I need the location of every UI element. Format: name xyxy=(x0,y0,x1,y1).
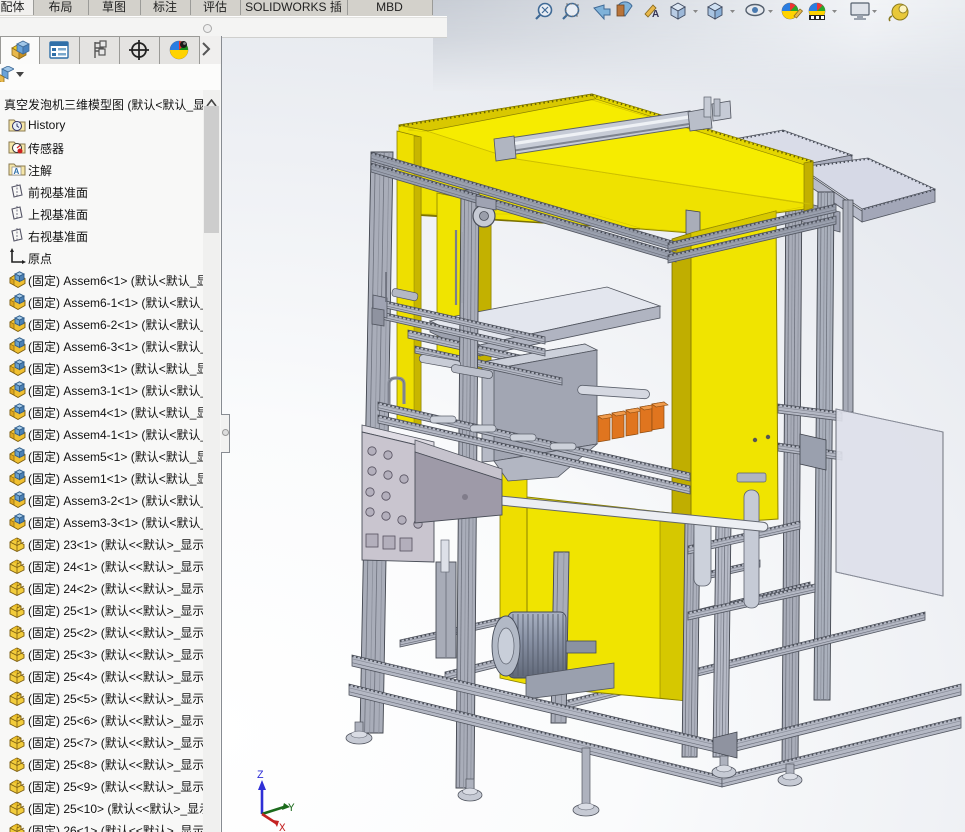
svg-text:Z: Z xyxy=(257,770,264,782)
svg-text:X: X xyxy=(279,823,286,832)
svg-text:A: A xyxy=(14,167,20,176)
svg-text:A: A xyxy=(652,9,659,20)
svg-text:Y: Y xyxy=(288,803,295,815)
